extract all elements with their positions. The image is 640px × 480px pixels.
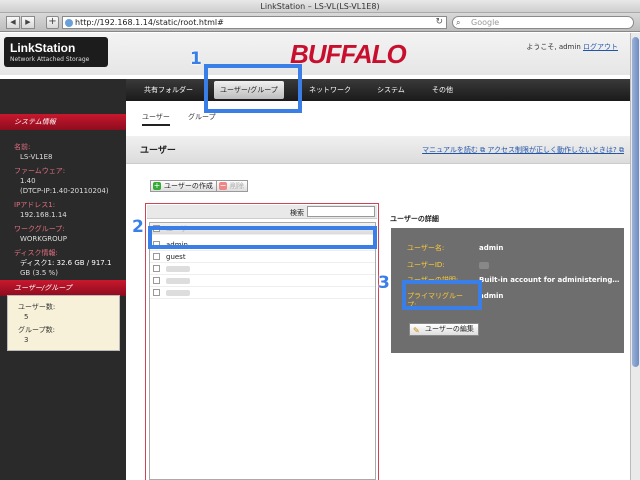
buffalo-logo: BUFFALO xyxy=(290,39,407,69)
ip-label: IPアドレス1: xyxy=(14,201,56,209)
tab-users[interactable]: ユーザー xyxy=(142,112,170,126)
redacted-user xyxy=(166,290,190,296)
section-title: ユーザー xyxy=(140,146,176,156)
menu-shared-folders[interactable]: 共有フォルダー xyxy=(144,85,193,95)
forward-arrow-icon[interactable]: ▶ xyxy=(21,16,35,29)
highlight-edit-button xyxy=(402,280,482,310)
url-bar[interactable]: http://192.168.1.14/static/root.html# ↻ xyxy=(62,16,447,29)
section-header: ユーザー マニュアルを読む ⧉ アクセス制限が正しく動作しないときは? ⧉ xyxy=(126,136,630,164)
help-links: マニュアルを読む ⧉ アクセス制限が正しく動作しないときは? ⧉ xyxy=(422,145,624,155)
row-checkbox[interactable] xyxy=(153,289,160,296)
list-item[interactable] xyxy=(150,275,375,287)
linkstation-logo: LinkStation Network Attached Storage xyxy=(4,37,108,67)
back-arrow-icon[interactable]: ◀ xyxy=(6,16,20,29)
edit-user-button[interactable]: ✎ ユーザーの編集 xyxy=(409,323,479,336)
list-search: 検索 xyxy=(147,205,377,219)
header: LinkStation Network Attached Storage BUF… xyxy=(0,33,630,75)
row-checkbox[interactable] xyxy=(153,277,160,284)
redacted-userid xyxy=(479,262,489,269)
description-value: Built-in account for administering… xyxy=(479,276,620,284)
primary-group-value: admin xyxy=(479,292,504,300)
main-menu: 共有フォルダー ユーザー/グループ ネットワーク システム その他 xyxy=(126,79,630,101)
user-count: 5 xyxy=(24,313,29,321)
access-help-link[interactable]: アクセス制限が正しく動作しないときは? xyxy=(487,146,616,154)
name-value: LS-VL1E8 xyxy=(20,153,53,161)
external-link-icon: ⧉ xyxy=(619,146,624,154)
list-item[interactable]: guest xyxy=(150,251,375,263)
search-label: 検索 xyxy=(290,209,304,217)
url-text: http://192.168.1.14/static/root.html# xyxy=(75,18,224,27)
logout-link[interactable]: ログアウト xyxy=(583,43,618,51)
workgroup-label: ワークグループ: xyxy=(14,225,65,233)
row-checkbox[interactable] xyxy=(153,253,160,260)
firmware-dtcp: (DTCP-IP:1.40-20110204) xyxy=(20,187,109,195)
manual-link[interactable]: マニュアルを読む xyxy=(422,146,478,154)
globe-icon xyxy=(65,19,73,27)
search-placeholder: Google xyxy=(471,18,500,27)
highlight-admin-row xyxy=(148,226,377,249)
username-label: ユーザー名: xyxy=(407,244,445,252)
tab-groups[interactable]: グループ xyxy=(188,112,216,122)
username-value: admin xyxy=(479,244,504,252)
page: LinkStation Network Attached Storage BUF… xyxy=(0,33,630,480)
sidebar: システム情報 名前: LS-VL1E8 ファームウェア: 1.40 (DTCP-… xyxy=(0,79,126,480)
disk-value: ディスク1: 32.6 GB / 917.1 xyxy=(20,259,112,267)
redacted-user xyxy=(166,278,190,284)
delete-label: 削除 xyxy=(230,182,244,190)
edit-user-label: ユーザーの編集 xyxy=(425,325,474,333)
scrollbar-thumb[interactable] xyxy=(632,37,639,367)
annotation-2: 2 xyxy=(132,217,144,237)
menu-other[interactable]: その他 xyxy=(432,85,453,95)
plus-icon[interactable]: + xyxy=(46,16,59,29)
list-search-input[interactable] xyxy=(307,206,375,217)
menu-system[interactable]: システム xyxy=(377,85,405,95)
pencil-icon: ✎ xyxy=(413,326,420,335)
highlight-menu xyxy=(204,64,302,113)
add-icon: + xyxy=(153,181,161,190)
page-scrollbar[interactable] xyxy=(630,33,640,480)
group-count-label: グループ数: xyxy=(18,326,55,334)
userid-label: ユーザーID: xyxy=(407,261,445,269)
welcome-text: ようこそ, admin xyxy=(526,43,581,51)
reload-icon[interactable]: ↻ xyxy=(435,17,443,28)
list-item[interactable] xyxy=(150,287,375,299)
firmware-label: ファームウェア: xyxy=(14,167,66,175)
firmware-value: 1.40 xyxy=(20,177,36,185)
annotation-1: 1 xyxy=(190,49,202,69)
search-icon: ⌕ xyxy=(456,18,461,27)
workgroup-value: WORKGROUP xyxy=(20,235,68,243)
create-user-button[interactable]: + ユーザーの作成 xyxy=(150,180,217,192)
system-info: 名前: LS-VL1E8 ファームウェア: 1.40 (DTCP-IP:1.40… xyxy=(0,142,126,278)
row-checkbox[interactable] xyxy=(153,265,160,272)
name-label: 名前: xyxy=(14,143,31,151)
logo-subtitle: Network Attached Storage xyxy=(10,56,90,63)
redacted-user xyxy=(166,266,190,272)
search-input[interactable]: ⌕ Google xyxy=(452,16,634,29)
usergroup-summary: ユーザー数: 5 グループ数: 3 xyxy=(7,295,120,351)
disk-label: ディスク情報: xyxy=(14,249,58,257)
menu-network[interactable]: ネットワーク xyxy=(309,85,351,95)
create-user-label: ユーザーの作成 xyxy=(164,182,213,190)
user-name: guest xyxy=(166,253,186,261)
user-count-label: ユーザー数: xyxy=(18,303,56,311)
disk-percent: GB (3.5 %) xyxy=(20,269,58,277)
browser-toolbar: ◀ ▶ + http://192.168.1.14/static/root.ht… xyxy=(0,13,640,32)
usergroup-title: ユーザー/グループ xyxy=(0,280,126,296)
user-grid: ユーザー admin guest xyxy=(149,222,376,480)
delete-icon: − xyxy=(219,181,227,190)
list-item[interactable] xyxy=(150,263,375,275)
welcome-area: ようこそ, admin ログアウト xyxy=(526,42,618,52)
window-title: LinkStation – LS-VL(LS-VL1E8) xyxy=(0,0,640,13)
delete-button[interactable]: − 削除 xyxy=(216,180,248,192)
subtabs: ユーザー グループ xyxy=(126,108,630,126)
annotation-3: 3 xyxy=(378,273,390,293)
system-info-title: システム情報 xyxy=(0,114,126,130)
ip-value: 192.168.1.14 xyxy=(20,211,67,219)
logo-title: LinkStation xyxy=(10,41,76,55)
details-title: ユーザーの詳細 xyxy=(390,215,439,223)
group-count: 3 xyxy=(24,336,29,344)
